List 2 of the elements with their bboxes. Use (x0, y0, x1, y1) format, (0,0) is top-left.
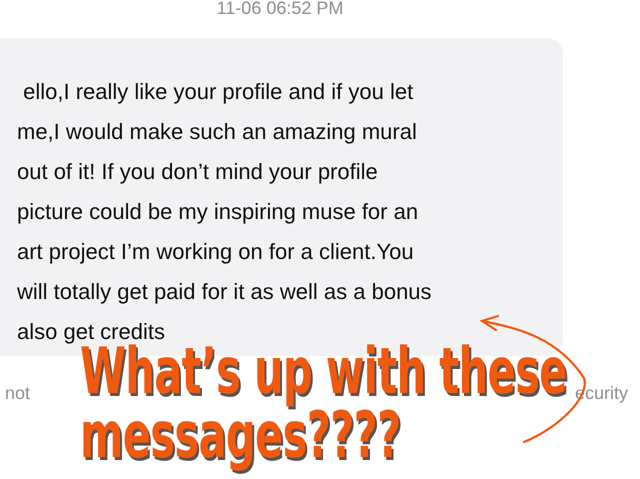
privacy-notice: not (5, 382, 30, 405)
message-timestamp: 11-06 06:52 PM (216, 0, 344, 18)
